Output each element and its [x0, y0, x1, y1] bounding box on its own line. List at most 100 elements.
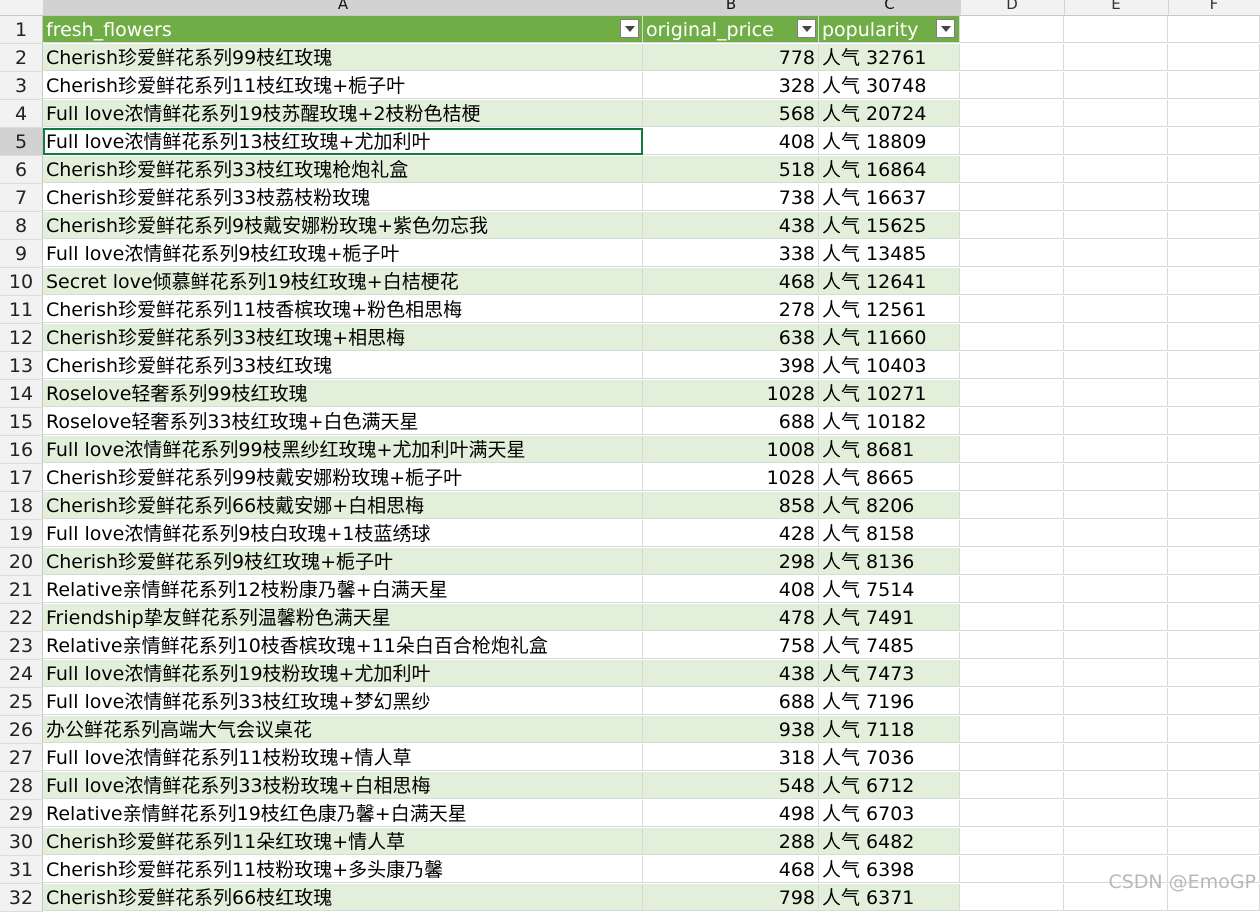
empty-cell[interactable]: [1064, 100, 1168, 127]
popularity-cell[interactable]: 人气 7514: [819, 576, 960, 603]
empty-cell[interactable]: [960, 100, 1064, 127]
empty-cell[interactable]: [1168, 352, 1260, 379]
popularity-cell[interactable]: 人气 10271: [819, 380, 960, 407]
empty-cell[interactable]: [1064, 44, 1168, 71]
price-cell[interactable]: 328: [643, 72, 819, 99]
empty-cell[interactable]: [1168, 548, 1260, 575]
popularity-cell[interactable]: 人气 7491: [819, 604, 960, 631]
price-cell[interactable]: 568: [643, 100, 819, 127]
flower-name-cell[interactable]: Relative亲情鲜花系列10枝香槟玫瑰+11朵白百合枪炮礼盒: [43, 632, 643, 659]
row-number[interactable]: 29: [0, 800, 43, 828]
popularity-cell[interactable]: 人气 8681: [819, 436, 960, 463]
empty-cell[interactable]: [960, 44, 1064, 71]
empty-cell[interactable]: [960, 548, 1064, 575]
empty-cell[interactable]: [1064, 520, 1168, 547]
empty-cell[interactable]: [1168, 44, 1260, 71]
popularity-cell[interactable]: 人气 12641: [819, 268, 960, 295]
empty-cell[interactable]: [1064, 800, 1168, 827]
empty-cell[interactable]: [960, 464, 1064, 491]
flower-name-cell[interactable]: Friendship挚友鲜花系列温馨粉色满天星: [43, 604, 643, 631]
empty-cell[interactable]: [960, 800, 1064, 827]
row-number[interactable]: 14: [0, 380, 43, 408]
empty-cell[interactable]: [1064, 408, 1168, 435]
empty-cell[interactable]: [1064, 576, 1168, 603]
price-cell[interactable]: 318: [643, 744, 819, 771]
popularity-cell[interactable]: 人气 32761: [819, 44, 960, 71]
empty-cell[interactable]: [960, 828, 1064, 855]
flower-name-cell[interactable]: Relative亲情鲜花系列19枝红色康乃馨+白满天星: [43, 800, 643, 827]
flower-name-cell[interactable]: Cherish珍爱鲜花系列66枝戴安娜+白相思梅: [43, 492, 643, 519]
empty-cell[interactable]: [1168, 492, 1260, 519]
empty-cell[interactable]: [1168, 772, 1260, 799]
empty-cell[interactable]: [1064, 156, 1168, 183]
price-cell[interactable]: 478: [643, 604, 819, 631]
row-number[interactable]: 9: [0, 240, 43, 268]
row-number[interactable]: 11: [0, 296, 43, 324]
empty-cell[interactable]: [1168, 744, 1260, 771]
empty-cell[interactable]: [1168, 828, 1260, 855]
header-cell-original-price[interactable]: original_price: [643, 16, 819, 43]
popularity-cell[interactable]: 人气 8136: [819, 548, 960, 575]
empty-cell[interactable]: [1168, 716, 1260, 743]
empty-cell[interactable]: [960, 660, 1064, 687]
price-cell[interactable]: 498: [643, 800, 819, 827]
popularity-cell[interactable]: 人气 6712: [819, 772, 960, 799]
empty-cell[interactable]: [960, 688, 1064, 715]
empty-cell[interactable]: [1168, 324, 1260, 351]
flower-name-cell[interactable]: Cherish珍爱鲜花系列11枝粉玫瑰+多头康乃馨: [43, 856, 643, 883]
popularity-cell[interactable]: 人气 30748: [819, 72, 960, 99]
empty-cell[interactable]: [960, 408, 1064, 435]
empty-cell[interactable]: [1064, 772, 1168, 799]
row-number[interactable]: 3: [0, 72, 43, 100]
flower-name-cell[interactable]: Roselove轻奢系列99枝红玫瑰: [43, 380, 643, 407]
empty-cell[interactable]: [960, 156, 1064, 183]
empty-cell[interactable]: [1064, 184, 1168, 211]
empty-cell[interactable]: [1168, 184, 1260, 211]
empty-cell[interactable]: [1168, 464, 1260, 491]
empty-cell[interactable]: [960, 240, 1064, 267]
popularity-cell[interactable]: 人气 7036: [819, 744, 960, 771]
row-number[interactable]: 7: [0, 184, 43, 212]
flower-name-cell[interactable]: Full love浓情鲜花系列33枝粉玫瑰+白相思梅: [43, 772, 643, 799]
select-all-corner[interactable]: [0, 0, 44, 15]
price-cell[interactable]: 738: [643, 184, 819, 211]
popularity-cell[interactable]: 人气 15625: [819, 212, 960, 239]
empty-cell[interactable]: [1064, 548, 1168, 575]
row-number[interactable]: 19: [0, 520, 43, 548]
empty-cell[interactable]: [1168, 436, 1260, 463]
row-number[interactable]: 24: [0, 660, 43, 688]
empty-cell[interactable]: [960, 380, 1064, 407]
popularity-cell[interactable]: 人气 6398: [819, 856, 960, 883]
row-number[interactable]: 8: [0, 212, 43, 240]
row-number[interactable]: 20: [0, 548, 43, 576]
empty-cell[interactable]: [1064, 464, 1168, 491]
popularity-cell[interactable]: 人气 6482: [819, 828, 960, 855]
column-header-a[interactable]: A: [43, 0, 644, 15]
price-cell[interactable]: 518: [643, 156, 819, 183]
empty-cell[interactable]: [1168, 576, 1260, 603]
row-number[interactable]: 13: [0, 352, 43, 380]
row-number[interactable]: 16: [0, 436, 43, 464]
flower-name-cell[interactable]: Cherish珍爱鲜花系列33枝荔枝粉玫瑰: [43, 184, 643, 211]
row-number[interactable]: 26: [0, 716, 43, 744]
row-number[interactable]: 5: [0, 128, 43, 156]
popularity-cell[interactable]: 人气 6703: [819, 800, 960, 827]
empty-cell[interactable]: [1064, 688, 1168, 715]
empty-cell[interactable]: [1064, 72, 1168, 99]
price-cell[interactable]: 278: [643, 296, 819, 323]
flower-name-cell[interactable]: Cherish珍爱鲜花系列99枝戴安娜粉玫瑰+栀子叶: [43, 464, 643, 491]
empty-cell[interactable]: [1064, 296, 1168, 323]
row-number[interactable]: 17: [0, 464, 43, 492]
empty-cell[interactable]: [960, 16, 1064, 43]
empty-cell[interactable]: [1168, 212, 1260, 239]
price-cell[interactable]: 938: [643, 716, 819, 743]
empty-cell[interactable]: [960, 716, 1064, 743]
row-number[interactable]: 6: [0, 156, 43, 184]
popularity-cell[interactable]: 人气 10403: [819, 352, 960, 379]
empty-cell[interactable]: [1168, 520, 1260, 547]
price-cell[interactable]: 758: [643, 632, 819, 659]
empty-cell[interactable]: [960, 520, 1064, 547]
empty-cell[interactable]: [1064, 632, 1168, 659]
empty-cell[interactable]: [1168, 632, 1260, 659]
popularity-cell[interactable]: 人气 10182: [819, 408, 960, 435]
